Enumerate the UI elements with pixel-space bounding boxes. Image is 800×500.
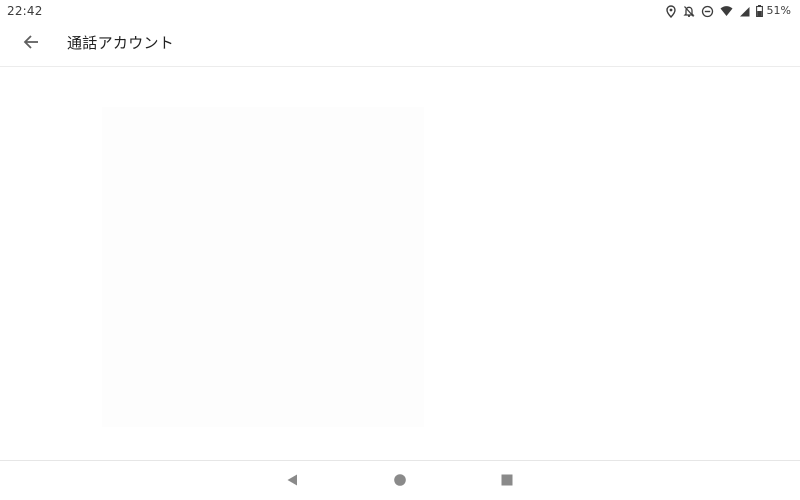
content-panel xyxy=(102,107,424,427)
arrow-back-icon xyxy=(23,34,39,54)
status-time: 22:42 xyxy=(7,4,43,18)
status-bar: 22:42 51% xyxy=(0,0,800,22)
do-not-disturb-icon xyxy=(701,5,714,18)
location-icon xyxy=(665,4,677,18)
back-button[interactable] xyxy=(12,25,50,63)
nav-home-button[interactable] xyxy=(388,469,412,493)
battery-icon xyxy=(755,5,763,17)
app-bar: 通話アカウント xyxy=(0,22,800,67)
navigation-bar xyxy=(0,460,800,500)
cell-signal-icon xyxy=(739,6,750,17)
battery-percent: 51% xyxy=(766,4,791,17)
screen: 22:42 51% 通話アカウント xyxy=(0,0,800,500)
square-recents-icon xyxy=(500,472,514,491)
notifications-off-icon xyxy=(682,5,695,18)
wifi-icon xyxy=(720,5,733,17)
nav-recents-button[interactable] xyxy=(495,469,519,493)
status-icons: 51% xyxy=(665,3,791,19)
nav-back-button[interactable] xyxy=(280,469,304,493)
page-title: 通話アカウント xyxy=(67,34,175,52)
content-area xyxy=(0,67,800,460)
triangle-back-icon xyxy=(285,472,299,491)
circle-home-icon xyxy=(393,472,407,491)
